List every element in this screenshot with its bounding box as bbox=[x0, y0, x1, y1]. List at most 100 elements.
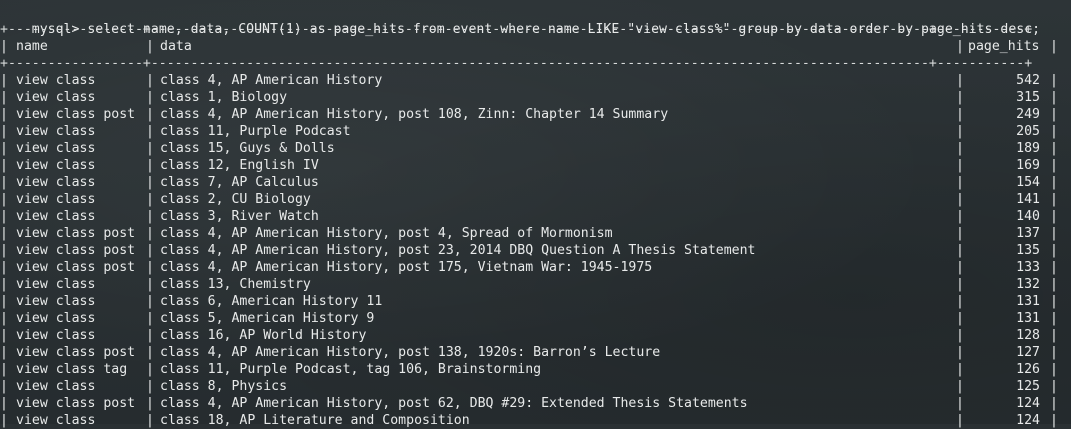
column-separator: | bbox=[956, 141, 964, 156]
column-separator: | bbox=[0, 396, 8, 411]
table-border-top: +-----------------+---------------------… bbox=[0, 22, 1033, 37]
cell-page-hits: 131 bbox=[1016, 311, 1040, 326]
cell-name: view class tag bbox=[16, 362, 128, 377]
cell-name: view class bbox=[16, 175, 96, 190]
column-separator: | bbox=[146, 175, 154, 190]
column-separator: | bbox=[0, 107, 8, 122]
table-row: | view class | class 12, English IV | 169 | bbox=[0, 157, 1071, 174]
column-separator: | bbox=[0, 124, 8, 139]
table-row: | view class post | class 4, AP American Hi… bbox=[0, 106, 1071, 123]
column-separator: | bbox=[0, 413, 8, 428]
column-header-page-hits: page_hits bbox=[968, 39, 1040, 54]
column-separator: | bbox=[1050, 158, 1058, 173]
cell-page-hits: 169 bbox=[1016, 158, 1040, 173]
cell-name: view class bbox=[16, 73, 96, 88]
column-separator: | bbox=[956, 158, 964, 173]
cell-name: view class bbox=[16, 141, 96, 156]
cell-name: view class post bbox=[16, 260, 136, 275]
column-separator: | bbox=[1050, 362, 1058, 377]
table-row: | view class post | class 4, AP American Hi… bbox=[0, 225, 1071, 242]
column-separator: | bbox=[1050, 107, 1058, 122]
column-separator: | bbox=[0, 311, 8, 326]
table-row: | view class | class 4, AP American History… bbox=[0, 72, 1071, 89]
column-separator: | bbox=[146, 226, 154, 241]
table-header-row: | name | data | page_hits | bbox=[0, 38, 1071, 55]
cell-name: view class post bbox=[16, 226, 136, 241]
column-separator: | bbox=[956, 260, 964, 275]
column-separator: | bbox=[1050, 73, 1058, 88]
cell-page-hits: 542 bbox=[1016, 73, 1040, 88]
column-separator: | bbox=[146, 277, 154, 292]
table-row: | view class post | class 4, AP American Hi… bbox=[0, 344, 1071, 361]
cell-name: view class bbox=[16, 311, 96, 326]
table-row: | view class | class 3, River Watch | 140 | bbox=[0, 208, 1071, 225]
cell-data: class 7, AP Calculus bbox=[160, 175, 319, 190]
cell-name: view class post bbox=[16, 243, 136, 258]
table-border-header: +-----------------+---------------------… bbox=[0, 56, 1033, 71]
cell-data: class 11, Purple Podcast bbox=[160, 124, 351, 139]
table-row: | view class post | class 4, AP American Hi… bbox=[0, 259, 1071, 276]
column-separator: | bbox=[956, 311, 964, 326]
column-separator: | bbox=[146, 396, 154, 411]
column-separator: | bbox=[956, 362, 964, 377]
column-separator: | bbox=[1050, 260, 1058, 275]
column-separator: | bbox=[956, 73, 964, 88]
column-separator: | bbox=[956, 379, 964, 394]
column-separator: | bbox=[0, 175, 8, 190]
column-separator: | bbox=[1050, 192, 1058, 207]
cell-name: view class bbox=[16, 277, 96, 292]
column-separator: | bbox=[146, 243, 154, 258]
cell-data: class 4, AP American History, post 62, D… bbox=[160, 396, 748, 411]
cell-page-hits: 124 bbox=[1016, 396, 1040, 411]
column-separator: | bbox=[956, 396, 964, 411]
column-separator: | bbox=[0, 90, 8, 105]
column-separator: | bbox=[1050, 396, 1058, 411]
cell-name: view class bbox=[16, 90, 96, 105]
column-separator: | bbox=[956, 345, 964, 360]
cell-page-hits: 141 bbox=[1016, 192, 1040, 207]
table-row: | view class | class 1, Biology | 315 | bbox=[0, 89, 1071, 106]
column-separator: | bbox=[956, 243, 964, 258]
column-separator: | bbox=[1050, 39, 1058, 54]
cell-data: class 6, American History 11 bbox=[160, 294, 383, 309]
column-separator: | bbox=[956, 175, 964, 190]
column-separator: | bbox=[146, 90, 154, 105]
column-separator: | bbox=[1050, 141, 1058, 156]
cell-data: class 4, AP American History, post 4, Sp… bbox=[160, 226, 613, 241]
cell-data: class 5, American History 9 bbox=[160, 311, 375, 326]
terminal-window[interactable]: mysql> select name, data, COUNT(1) as pa… bbox=[0, 0, 1071, 428]
column-separator: | bbox=[146, 192, 154, 207]
column-separator: | bbox=[0, 294, 8, 309]
column-separator: | bbox=[956, 413, 964, 428]
cell-page-hits: 128 bbox=[1016, 328, 1040, 343]
table-row: | view class | class 6, American History 11… bbox=[0, 293, 1071, 310]
cell-name: view class bbox=[16, 209, 96, 224]
cell-page-hits: 140 bbox=[1016, 209, 1040, 224]
cell-data: class 11, Purple Podcast, tag 106, Brain… bbox=[160, 362, 542, 377]
cell-page-hits: 133 bbox=[1016, 260, 1040, 275]
column-separator: | bbox=[956, 124, 964, 139]
cell-name: view class post bbox=[16, 396, 136, 411]
cell-page-hits: 249 bbox=[1016, 107, 1040, 122]
cell-data: class 4, AP American History, post 23, 2… bbox=[160, 243, 756, 258]
cell-page-hits: 131 bbox=[1016, 294, 1040, 309]
cell-name: view class bbox=[16, 379, 96, 394]
column-separator: | bbox=[1050, 124, 1058, 139]
column-separator: | bbox=[956, 226, 964, 241]
command-line: mysql> select name, data, COUNT(1) as pa… bbox=[0, 4, 1040, 37]
cell-name: view class bbox=[16, 328, 96, 343]
cell-data: class 8, Physics bbox=[160, 379, 288, 394]
column-separator: | bbox=[146, 158, 154, 173]
column-separator: | bbox=[1050, 277, 1058, 292]
cell-data: class 4, AP American History, post 108, … bbox=[160, 107, 669, 122]
column-separator: | bbox=[0, 226, 8, 241]
cell-page-hits: 126 bbox=[1016, 362, 1040, 377]
column-separator: | bbox=[146, 379, 154, 394]
cell-data: class 13, Chemistry bbox=[160, 277, 311, 292]
column-separator: | bbox=[0, 141, 8, 156]
column-separator: | bbox=[146, 260, 154, 275]
cell-page-hits: 137 bbox=[1016, 226, 1040, 241]
column-separator: | bbox=[0, 277, 8, 292]
cell-page-hits: 127 bbox=[1016, 345, 1040, 360]
column-separator: | bbox=[1050, 379, 1058, 394]
